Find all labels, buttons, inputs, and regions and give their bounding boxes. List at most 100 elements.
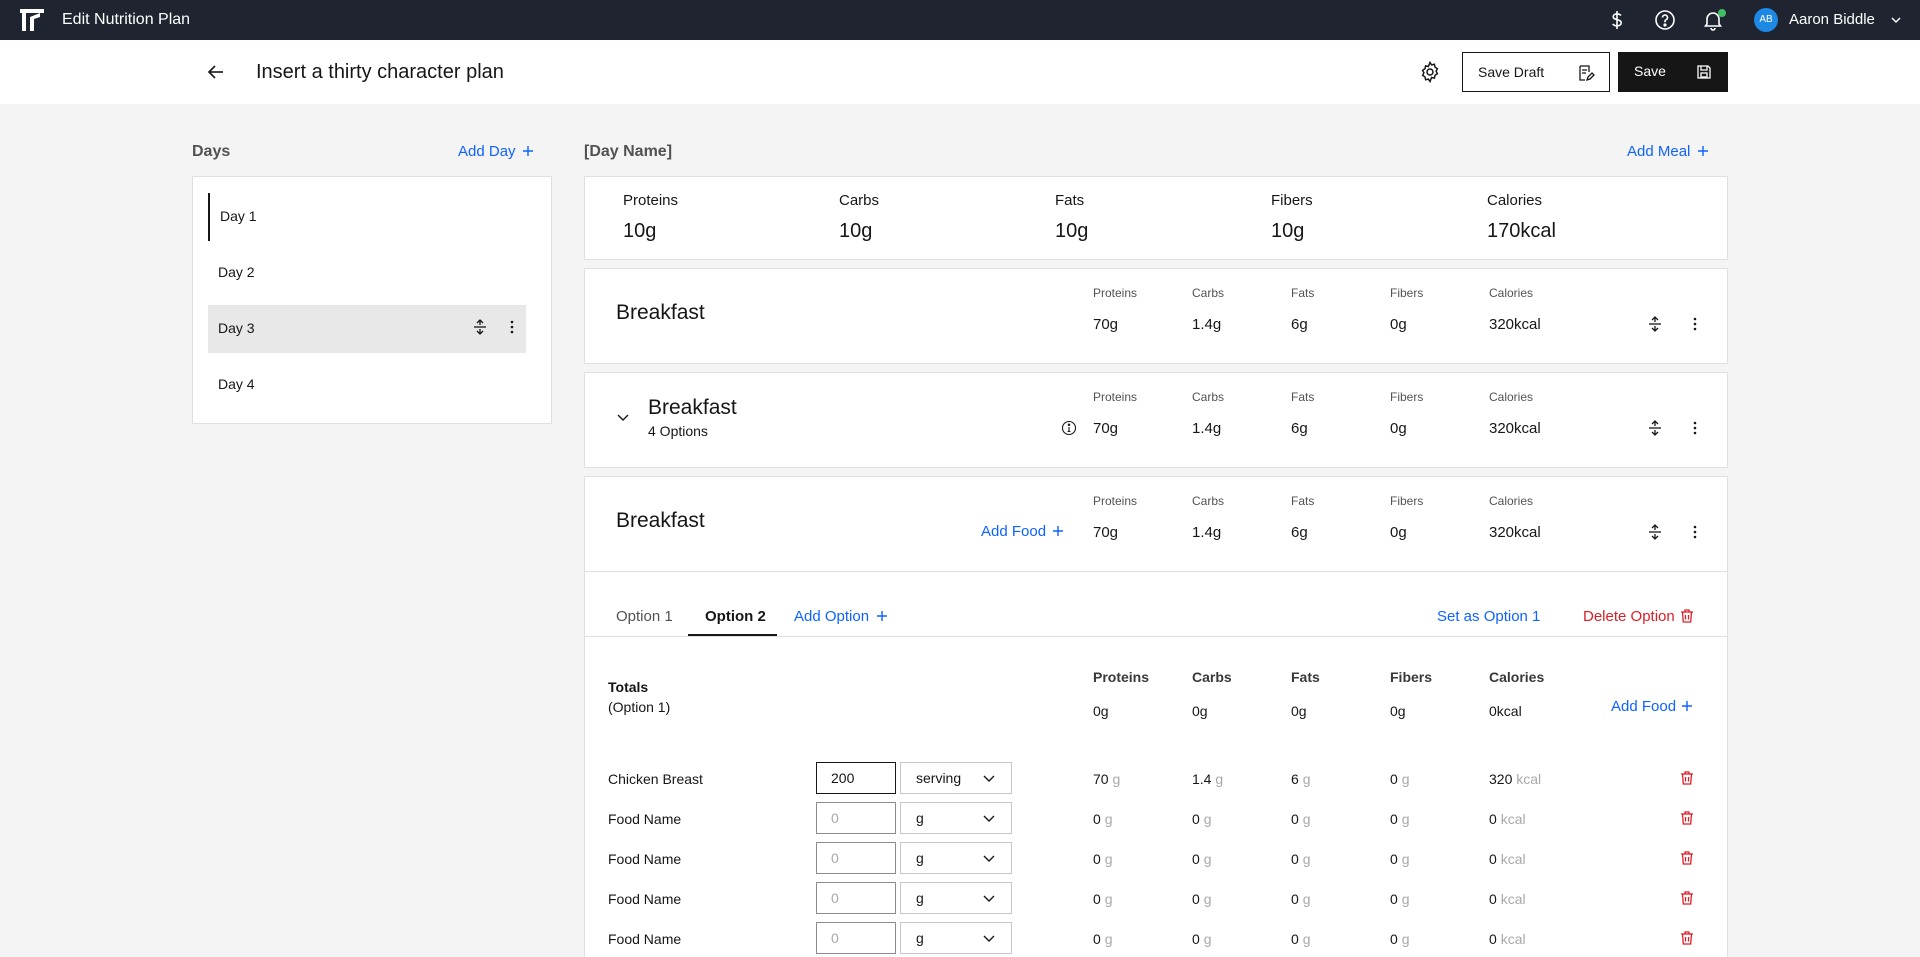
add-day-plus-icon[interactable] [522, 145, 534, 157]
unit-select-value: serving [916, 770, 962, 786]
unit-select-value: g [916, 930, 924, 946]
unit-select[interactable]: g [900, 802, 1012, 834]
food-macro-value: 0 g [1291, 931, 1310, 947]
meal-card[interactable] [584, 268, 1728, 364]
food-macro-unit: g [1401, 771, 1410, 787]
overflow-menu-icon[interactable] [1687, 420, 1703, 436]
unit-select[interactable]: g [900, 882, 1012, 914]
summary-label: Calories [1487, 192, 1543, 209]
quantity-input[interactable]: 200 [816, 762, 896, 794]
user-menu-chevron-down-icon[interactable] [1890, 14, 1902, 26]
food-macro-value: 6 g [1291, 771, 1310, 787]
food-macro-number: 6 [1291, 771, 1299, 787]
quantity-input[interactable]: 0 [816, 922, 896, 954]
add-food-plus-icon[interactable] [1681, 700, 1693, 712]
food-macro-value: 0 g [1192, 931, 1211, 947]
delete-option-trash-icon[interactable] [1679, 608, 1695, 624]
unit-select[interactable]: serving [900, 762, 1012, 794]
tab-option-2[interactable]: Option 2 [705, 608, 766, 625]
add-food-button[interactable]: Add Food [981, 523, 1046, 540]
food-macro-value: 0 kcal [1489, 811, 1526, 827]
overflow-menu-icon[interactable] [504, 319, 520, 335]
food-macro-unit: g [1104, 811, 1113, 827]
totals-subtitle: (Option 1) [608, 699, 671, 715]
food-macro-value: 0 g [1390, 851, 1409, 867]
settings-gear-icon[interactable] [1418, 60, 1442, 84]
food-macro-unit: kcal [1500, 931, 1526, 947]
macro-value: 6g [1291, 524, 1308, 541]
food-macro-unit: g [1401, 931, 1410, 947]
day-item[interactable]: Day 2 [208, 249, 526, 297]
reorder-drag-icon[interactable] [472, 319, 488, 335]
macro-label: Carbs [1192, 494, 1225, 508]
reorder-drag-icon[interactable] [1647, 420, 1663, 436]
overflow-menu-icon[interactable] [1687, 524, 1703, 540]
billing-dollar-icon[interactable] [1605, 8, 1629, 32]
help-icon[interactable] [1653, 8, 1677, 32]
day-item[interactable]: Day 1 [208, 193, 526, 241]
food-macro-value: 0 g [1291, 811, 1310, 827]
day-item[interactable]: Day 3 [208, 305, 526, 353]
quantity-input[interactable]: 0 [816, 802, 896, 834]
add-meal-button[interactable]: Add Meal [1627, 143, 1690, 160]
meal-name: Breakfast [616, 509, 705, 532]
macro-value: 320kcal [1489, 420, 1541, 437]
delete-food-trash-icon[interactable] [1679, 770, 1695, 786]
food-macro-unit: kcal [1500, 811, 1526, 827]
user-name[interactable]: Aaron Biddle [1789, 0, 1875, 40]
add-food-plus-icon[interactable] [1052, 525, 1064, 537]
day-item[interactable]: Day 4 [208, 361, 526, 409]
expand-chevron-down-icon[interactable] [615, 409, 631, 425]
food-macro-unit: g [1104, 931, 1113, 947]
quantity-input[interactable]: 0 [816, 842, 896, 874]
add-meal-plus-icon[interactable] [1697, 145, 1709, 157]
food-macro-number: 0 [1093, 891, 1101, 907]
delete-option-button[interactable]: Delete Option [1583, 608, 1675, 625]
save-draft-button[interactable]: Save Draft [1462, 52, 1610, 92]
back-arrow-icon[interactable] [204, 60, 228, 84]
macro-label: Calories [1489, 494, 1534, 508]
summary-label: Fats [1055, 192, 1085, 209]
avatar[interactable]: AB [1754, 8, 1778, 32]
reorder-drag-icon[interactable] [1647, 316, 1663, 332]
food-macro-value: 0 g [1093, 931, 1112, 947]
delete-food-trash-icon[interactable] [1679, 850, 1695, 866]
set-as-option-1-button[interactable]: Set as Option 1 [1437, 608, 1540, 625]
food-macro-unit: g [1203, 931, 1212, 947]
day-label: Day 1 [220, 208, 257, 224]
reorder-drag-icon[interactable] [1647, 524, 1663, 540]
quantity-input[interactable]: 0 [816, 882, 896, 914]
chevron-down-icon [981, 890, 997, 906]
delete-food-trash-icon[interactable] [1679, 930, 1695, 946]
macro-label: Fats [1291, 494, 1315, 508]
totals-header: Carbs [1192, 669, 1232, 685]
days-heading: Days [192, 143, 231, 160]
food-macro-unit: g [1401, 851, 1410, 867]
delete-food-trash-icon[interactable] [1679, 890, 1695, 906]
add-day-button[interactable]: Add Day [458, 143, 516, 160]
macro-value: 1.4g [1192, 524, 1222, 541]
add-food-button[interactable]: Add Food [1611, 698, 1676, 715]
app-logo-icon[interactable] [20, 9, 44, 31]
delete-food-trash-icon[interactable] [1679, 810, 1695, 826]
save-button[interactable]: Save [1618, 52, 1728, 92]
totals-header: Proteins [1093, 669, 1150, 685]
food-macro-number: 0 [1093, 851, 1101, 867]
save-label: Save [1634, 63, 1666, 79]
summary-value: 10g [1055, 220, 1089, 242]
draft-edit-icon [1577, 64, 1595, 82]
overflow-menu-icon[interactable] [1687, 316, 1703, 332]
unit-select[interactable]: g [900, 842, 1012, 874]
summary-value: 10g [623, 220, 657, 242]
info-icon[interactable] [1061, 420, 1077, 436]
add-option-button[interactable]: Add Option [794, 608, 869, 625]
totals-value: 0g [1291, 703, 1307, 719]
tab-option-1[interactable]: Option 1 [616, 608, 673, 625]
add-option-plus-icon[interactable] [876, 610, 888, 622]
food-macro-number: 0 [1390, 891, 1398, 907]
summary-label: Fibers [1271, 192, 1313, 209]
meal-card[interactable] [584, 372, 1728, 468]
macro-label: Calories [1489, 286, 1534, 300]
unit-select[interactable]: g [900, 922, 1012, 954]
macro-label: Fibers [1390, 286, 1424, 300]
